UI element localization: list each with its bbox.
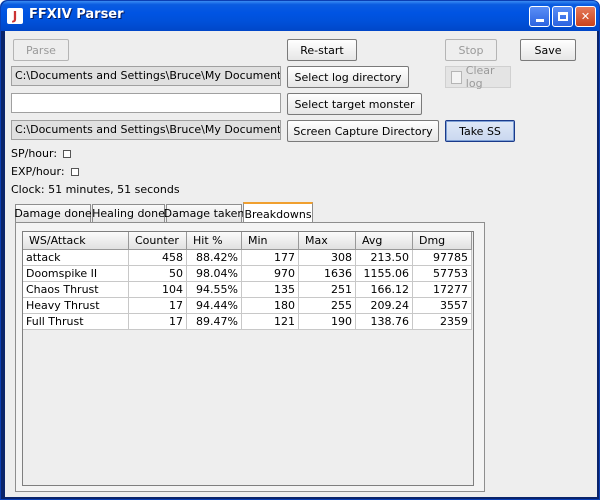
table-cell-hit-percent: 89.47% [187, 314, 242, 330]
screen-capture-directory-button[interactable]: Screen Capture Directory [287, 120, 439, 142]
exp-per-hour-label: EXP/hour: [11, 165, 65, 178]
close-icon: ✕ [580, 10, 591, 23]
column-header-min[interactable]: Min [242, 232, 299, 250]
sp-per-hour-label: SP/hour: [11, 147, 58, 160]
table-cell-avg: 213.50 [356, 250, 413, 266]
maximize-icon [557, 12, 568, 21]
client-area: Parse Re-start Stop Save C:\Documents an… [5, 31, 597, 497]
table-cell-avg: 209.24 [356, 298, 413, 314]
table-cell-avg: 138.76 [356, 314, 413, 330]
table-cell-min: 135 [242, 282, 299, 298]
table-cell-avg: 1155.06 [356, 266, 413, 282]
table-cell-counter: 17 [129, 298, 187, 314]
table-cell-max: 308 [299, 250, 356, 266]
restart-button[interactable]: Re-start [287, 39, 357, 61]
parse-button[interactable]: Parse [13, 39, 69, 61]
table-row[interactable]: Chaos Thrust 104 94.55% 135 251 166.12 17277 [23, 282, 472, 298]
title-bar[interactable]: J FFXIV Parser ✕ [1, 1, 599, 31]
sp-per-hour-indicator [63, 150, 72, 158]
table-cell-min: 177 [242, 250, 299, 266]
table-row[interactable]: Doomspike II 50 98.04% 970 1636 1155.06 57753 [23, 266, 472, 282]
table-cell-counter: 104 [129, 282, 187, 298]
table-cell-hit-percent: 98.04% [187, 266, 242, 282]
table-cell-min: 970 [242, 266, 299, 282]
column-header-avg[interactable]: Avg [356, 232, 413, 250]
table-cell-min: 180 [242, 298, 299, 314]
table-cell-hit-percent: 94.55% [187, 282, 242, 298]
table-cell-hit-percent: 94.44% [187, 298, 242, 314]
tab-damage-done[interactable]: Damage done [14, 204, 92, 222]
column-header-ws-attack[interactable]: WS/Attack [23, 232, 129, 250]
table-cell-min: 121 [242, 314, 299, 330]
log-directory-field[interactable]: C:\Documents and Settings\Bruce\My Docum… [11, 66, 281, 86]
breakdown-table[interactable]: WS/Attack Counter Hit % Min Max Avg Dmg attack… [22, 231, 474, 486]
table-cell-dmg: 97785 [413, 250, 472, 266]
table-cell-counter: 458 [129, 250, 187, 266]
column-header-counter[interactable]: Counter [129, 232, 187, 250]
take-screenshot-button[interactable]: Take SS [445, 120, 515, 142]
sp-per-hour-row: SP/hour: [11, 147, 72, 160]
close-button[interactable]: ✕ [575, 6, 596, 27]
table-row[interactable]: Heavy Thrust 17 94.44% 180 255 209.24 3557 [23, 298, 472, 314]
table-cell-dmg: 57753 [413, 266, 472, 282]
table-cell-ws-attack: Full Thrust [23, 314, 129, 330]
table-row[interactable]: attack 458 88.42% 177 308 213.50 97785 [23, 250, 472, 266]
column-header-max[interactable]: Max [299, 232, 356, 250]
clock-label: Clock: 51 minutes, 51 seconds [11, 183, 180, 196]
target-monster-input[interactable] [11, 93, 281, 113]
table-cell-max: 190 [299, 314, 356, 330]
save-button[interactable]: Save [520, 39, 576, 61]
checkbox-icon [451, 70, 462, 84]
exp-per-hour-indicator [70, 168, 79, 176]
table-cell-max: 251 [299, 282, 356, 298]
minimize-button[interactable] [529, 6, 550, 27]
table-header: WS/Attack Counter Hit % Min Max Avg Dmg [23, 232, 472, 250]
maximize-button[interactable] [552, 6, 573, 27]
table-cell-dmg: 2359 [413, 314, 472, 330]
stop-button[interactable]: Stop [445, 39, 497, 61]
tab-breakdowns[interactable]: Breakdowns [243, 202, 313, 224]
java-app-icon: J [7, 8, 23, 24]
table-cell-avg: 166.12 [356, 282, 413, 298]
table-row[interactable]: Full Thrust 17 89.47% 121 190 138.76 2359 [23, 314, 472, 330]
table-cell-ws-attack: Heavy Thrust [23, 298, 129, 314]
table-cell-hit-percent: 88.42% [187, 250, 242, 266]
clear-log-checkbox[interactable]: Clear log [445, 64, 511, 90]
table-cell-max: 1636 [299, 266, 356, 282]
exp-per-hour-row: EXP/hour: [11, 165, 79, 178]
table-cell-ws-attack: Doomspike II [23, 266, 129, 282]
table-cell-ws-attack: Chaos Thrust [23, 282, 129, 298]
table-body: attack 458 88.42% 177 308 213.50 97785 Doomspik… [23, 250, 472, 330]
window-title: FFXIV Parser [29, 7, 124, 22]
clear-log-label: Clear log [465, 64, 495, 90]
app-window: J FFXIV Parser ✕ Parse Re-start Stop Sav… [0, 0, 600, 500]
capture-directory-field[interactable]: C:\Documents and Settings\Bruce\My Docum… [11, 120, 281, 140]
column-header-hit-percent[interactable]: Hit % [187, 232, 242, 250]
column-header-dmg[interactable]: Dmg [413, 232, 472, 250]
select-log-directory-button[interactable]: Select log directory [287, 66, 409, 88]
tab-healing-done[interactable]: Healing done [92, 204, 165, 222]
select-target-monster-button[interactable]: Select target monster [287, 93, 422, 115]
table-cell-counter: 17 [129, 314, 187, 330]
minimize-icon [535, 19, 544, 22]
table-cell-counter: 50 [129, 266, 187, 282]
table-cell-max: 255 [299, 298, 356, 314]
table-cell-dmg: 17277 [413, 282, 472, 298]
tab-damage-taken[interactable]: Damage taken [164, 204, 244, 222]
table-cell-ws-attack: attack [23, 250, 129, 266]
table-cell-dmg: 3557 [413, 298, 472, 314]
breakdowns-panel: WS/Attack Counter Hit % Min Max Avg Dmg attack… [15, 222, 485, 492]
